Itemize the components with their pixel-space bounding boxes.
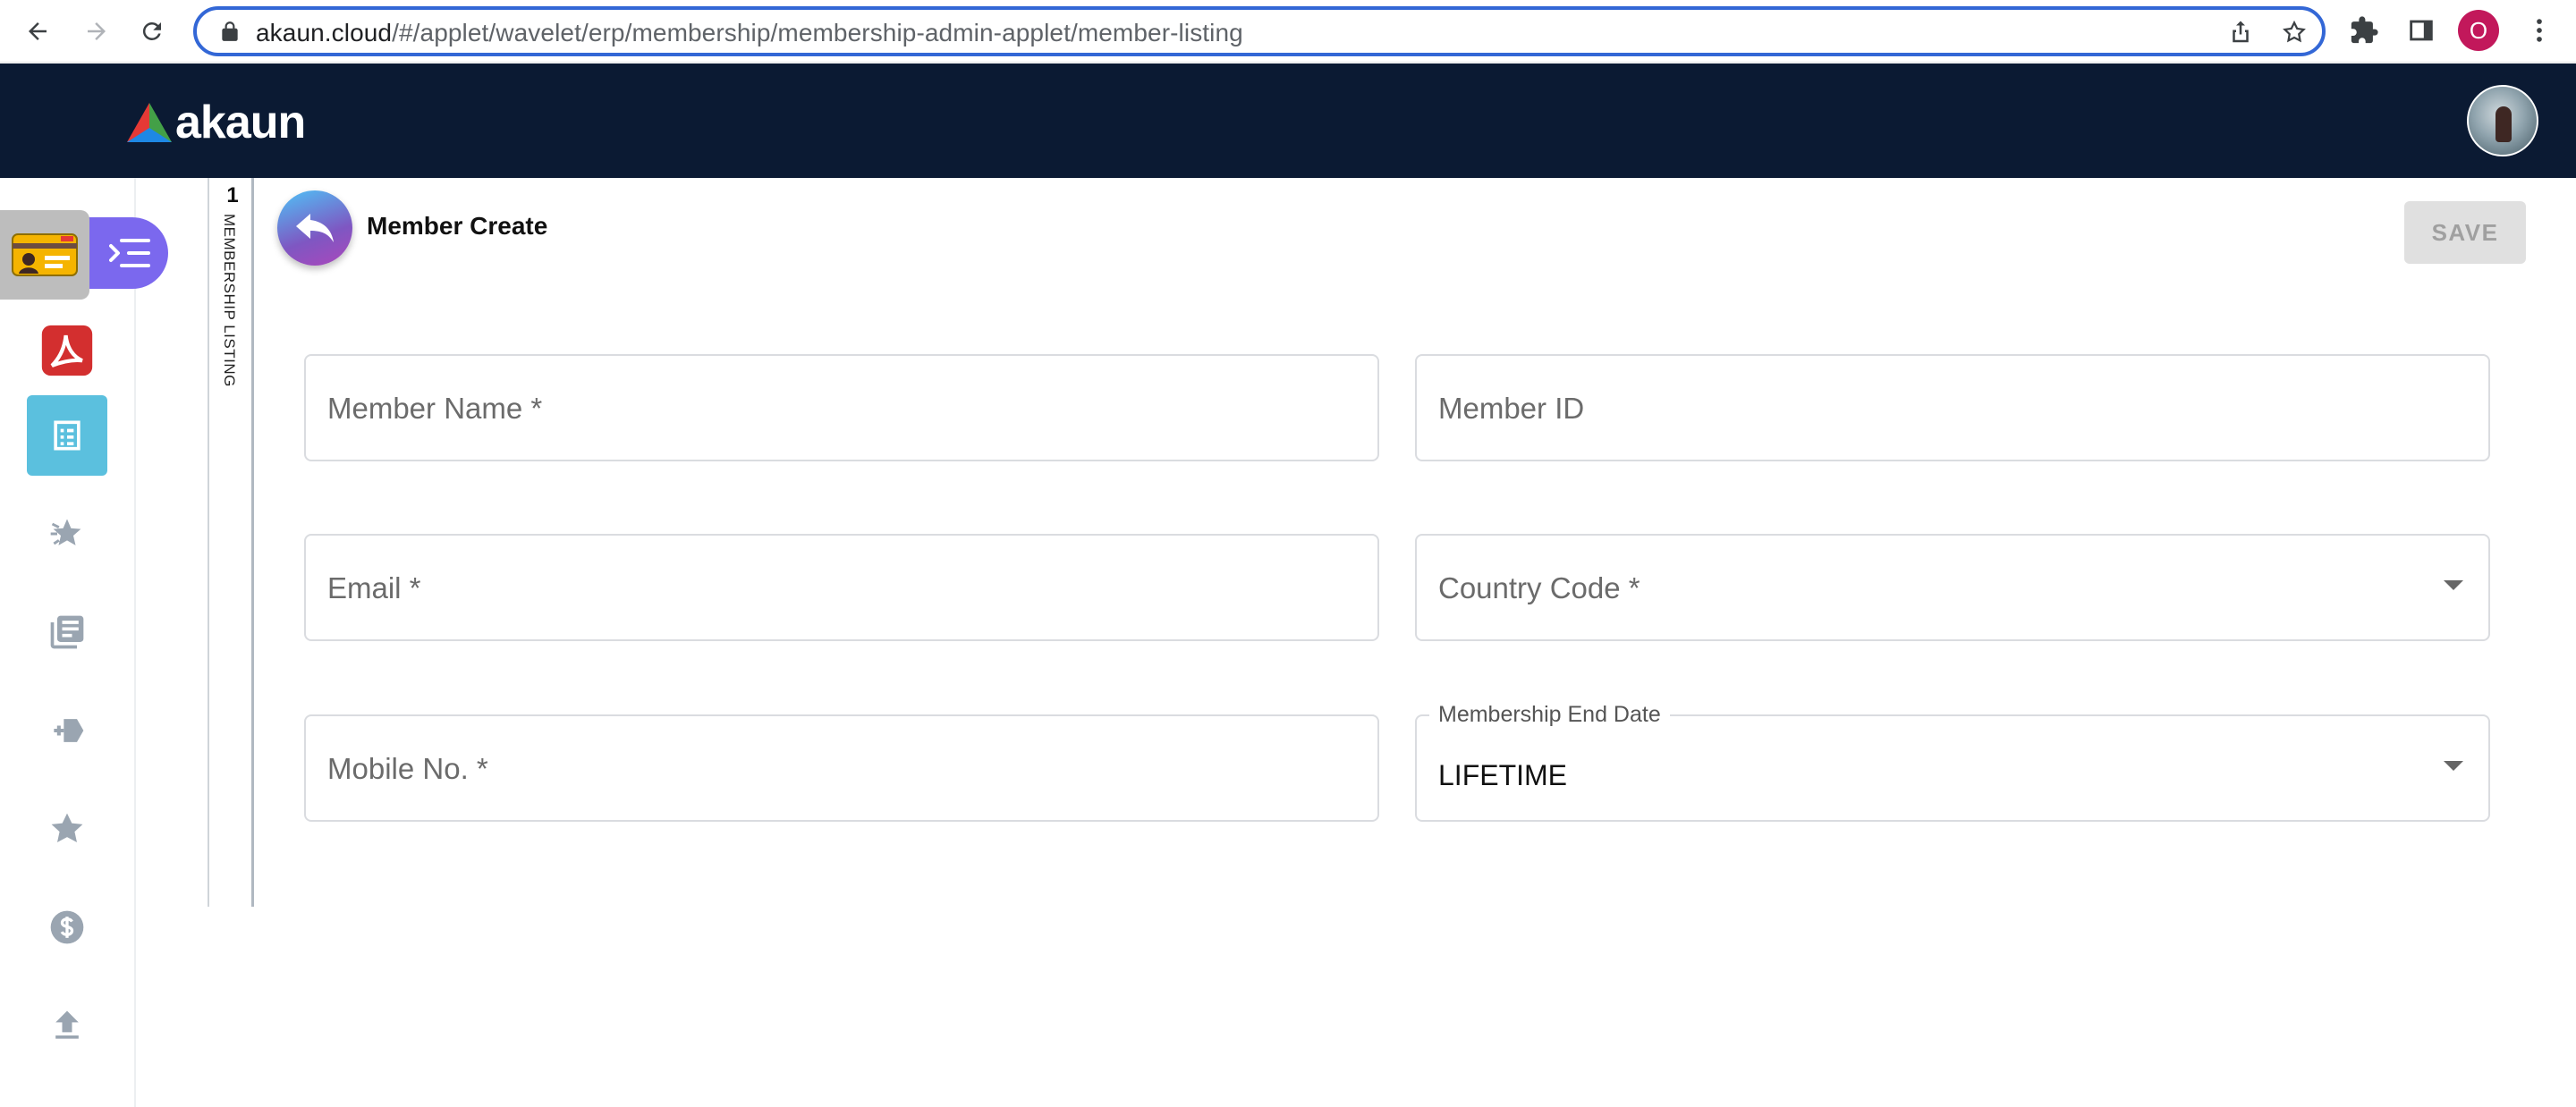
member-id-field[interactable]: Member ID (1415, 354, 2490, 461)
share-icon[interactable] (2227, 19, 2254, 46)
end-date-label: Membership End Date (1429, 702, 1670, 728)
membership-listing-tab[interactable]: 1 MEMBERSHIP LISTING (208, 178, 254, 907)
library-books-icon[interactable] (27, 592, 107, 672)
mobile-number-field[interactable]: Mobile No. * (304, 714, 1379, 822)
extensions-puzzle-icon[interactable] (2349, 15, 2379, 46)
applet-sidebar (0, 178, 168, 1107)
browser-toolbar: akaun.cloud/#/applet/wavelet/erp/members… (0, 0, 2576, 63)
url-text: akaun.cloud/#/applet/wavelet/erp/members… (256, 19, 1243, 47)
lock-icon (222, 21, 238, 41)
bookmark-star-icon[interactable] (2281, 19, 2308, 46)
akaun-logo[interactable]: akaun (125, 96, 306, 149)
forward-arrow-icon[interactable] (79, 13, 114, 49)
sparkle-star-icon[interactable] (27, 494, 107, 574)
tab-label: MEMBERSHIP LISTING (221, 214, 238, 387)
email-field[interactable]: Email * (304, 534, 1379, 641)
chevron-down-icon[interactable] (2444, 761, 2463, 771)
sidebar-active-applet[interactable] (0, 210, 168, 300)
back-button[interactable] (277, 190, 352, 266)
member-create-panel: Member Create SAVE Member Name * Member … (256, 178, 2546, 907)
chevron-down-icon[interactable] (2444, 580, 2463, 590)
membership-card-icon[interactable] (0, 210, 89, 300)
country-code-placeholder: Country Code * (1438, 571, 1640, 604)
dollar-coin-icon[interactable] (27, 887, 107, 968)
collapse-menu-icon[interactable] (109, 235, 150, 271)
browser-profile-avatar[interactable]: O (2458, 10, 2499, 51)
email-placeholder: Email * (327, 571, 421, 604)
member-name-field[interactable]: Member Name * (304, 354, 1379, 461)
tab-number: 1 (226, 183, 239, 207)
add-tag-icon[interactable] (27, 690, 107, 771)
pdf-applet-icon[interactable] (27, 310, 107, 391)
side-panel-icon[interactable] (2406, 15, 2436, 46)
logo-wordmark: akaun (175, 97, 306, 148)
user-avatar[interactable] (2467, 85, 2538, 156)
mobile-placeholder: Mobile No. * (327, 752, 488, 785)
listing-applet-icon[interactable] (27, 395, 107, 476)
member-name-placeholder: Member Name * (327, 392, 543, 425)
app-header: akaun (0, 63, 2576, 178)
url-host: akaun.cloud (256, 19, 393, 46)
upload-icon[interactable] (27, 985, 107, 1066)
back-arrow-icon[interactable] (20, 13, 55, 49)
member-id-placeholder: Member ID (1438, 392, 1585, 425)
save-button[interactable]: SAVE (2404, 201, 2526, 264)
url-path: /#/applet/wavelet/erp/membership/members… (392, 19, 1243, 46)
page-title: Member Create (367, 212, 548, 240)
end-date-value: LIFETIME (1438, 759, 1568, 791)
reload-icon[interactable] (134, 13, 170, 49)
star-icon[interactable] (27, 789, 107, 869)
country-code-select[interactable]: Country Code * (1415, 534, 2490, 641)
reply-arrow-icon (296, 214, 334, 242)
membership-end-date-select[interactable]: Membership End Date LIFETIME (1415, 702, 2490, 822)
address-bar[interactable]: akaun.cloud/#/applet/wavelet/erp/members… (193, 6, 2326, 56)
browser-menu-icon[interactable] (2524, 15, 2555, 46)
logo-triangle-icon (127, 103, 172, 142)
